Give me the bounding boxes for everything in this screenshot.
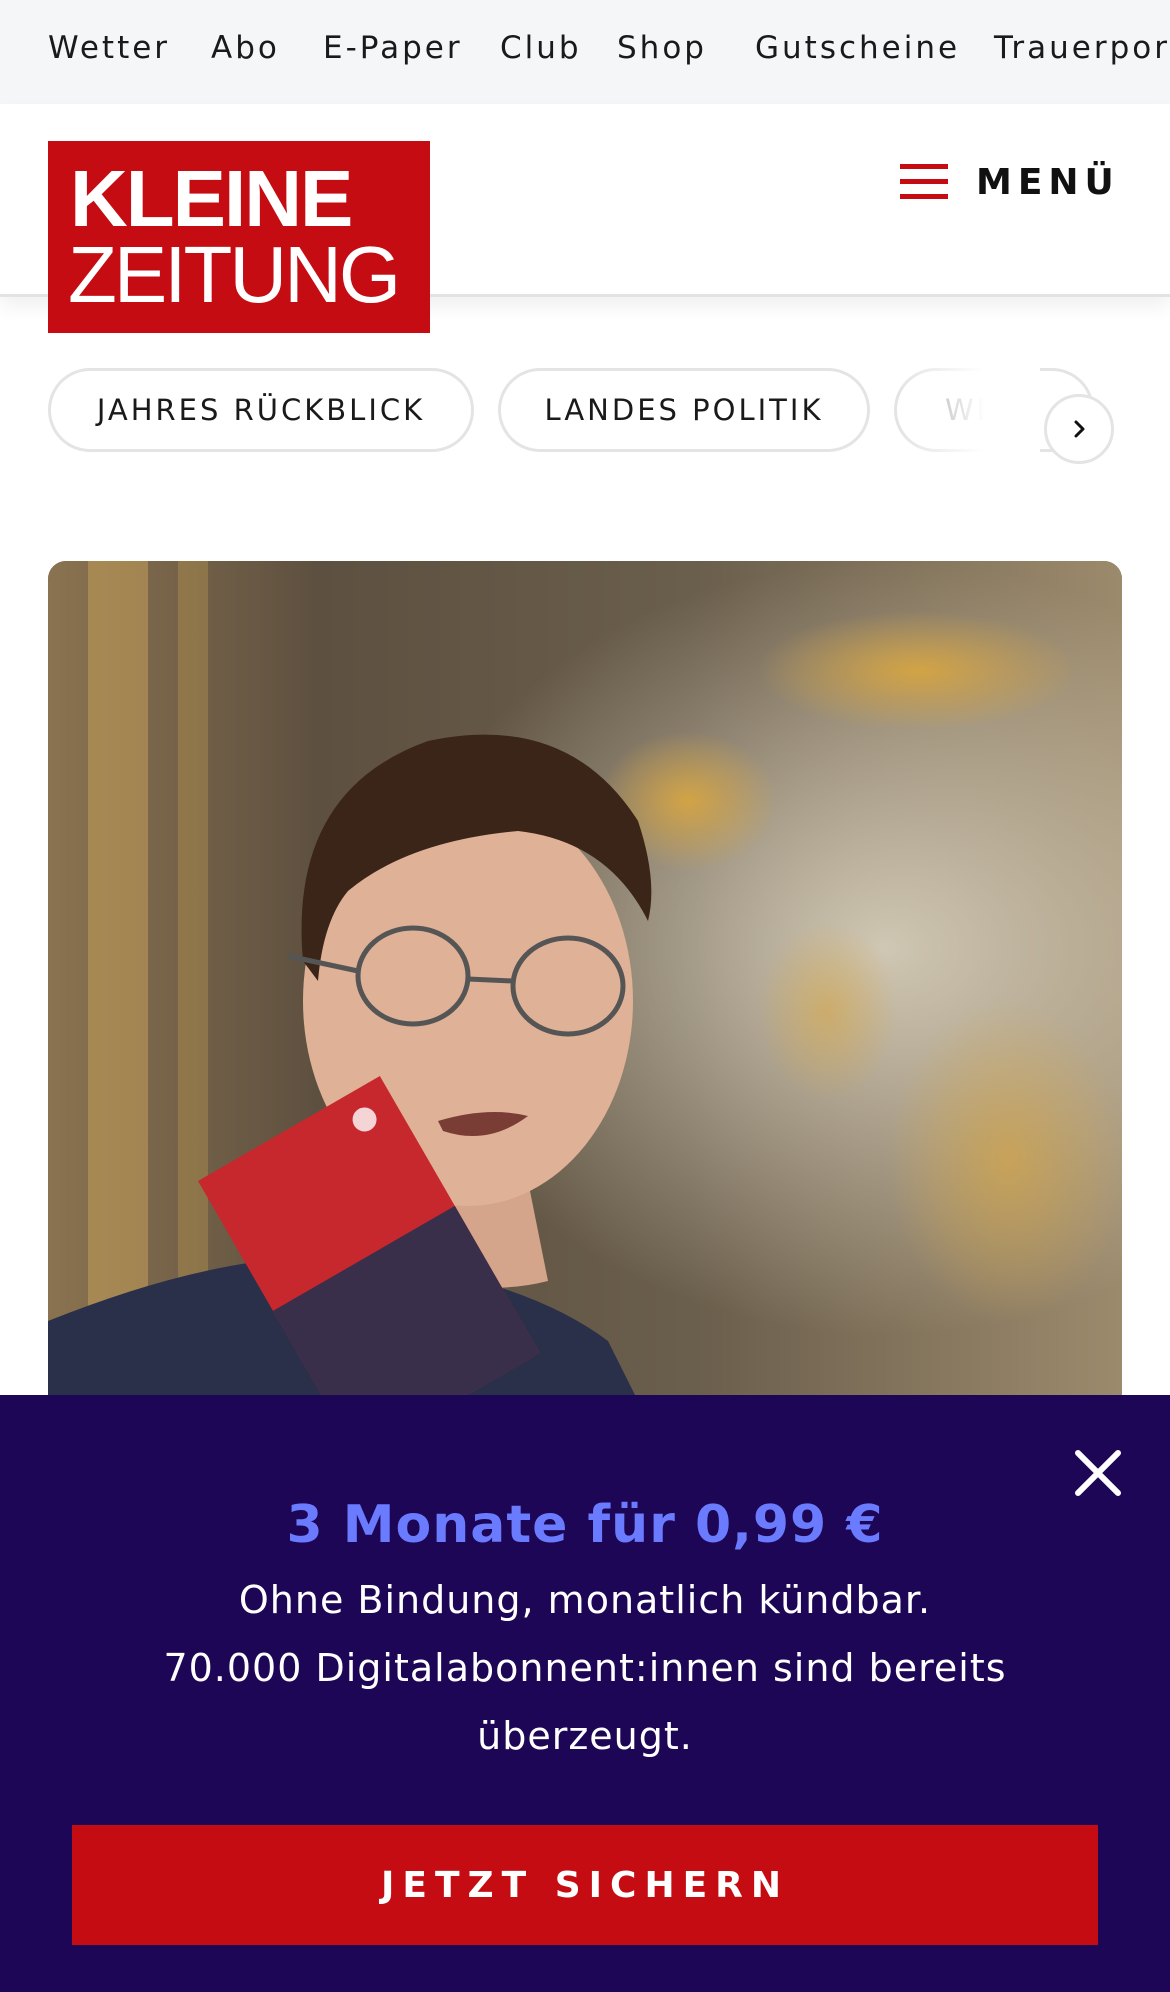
chip-overflow-fade [900,368,1040,464]
logo-line-kleine: KLEINE [70,154,353,243]
hero-article-image[interactable] [48,561,1122,1421]
subscription-banner: 3 Monate für 0,99 € Ohne Bindung, monatl… [0,1395,1170,1992]
topnav-gutscheine[interactable]: Gutscheine [755,30,960,66]
topnav-shop[interactable]: Shop [617,30,707,66]
offer-line-2: 70.000 Digitalabonnent:innen sind bereit… [163,1646,1007,1690]
menu-label: MENÜ [976,161,1120,203]
offer-line-3: überzeugt. [477,1714,693,1758]
chip-landespolitik[interactable]: LANDES POLITIK [498,368,870,452]
chips-next-button[interactable] [1044,394,1114,464]
hero-photo [48,561,1122,1421]
jetzt-sichern-button[interactable]: JETZT SICHERN [72,1825,1098,1945]
offer-title: 3 Monate für 0,99 € [286,1495,884,1555]
menu-button[interactable]: MENÜ [900,154,1120,210]
topnav-wetter[interactable]: Wetter [48,30,170,66]
topnav-trauerportal[interactable]: Trauerportal [994,30,1170,66]
logo-line-zeitung: ZEITUNG [68,230,401,319]
chip-jahresrueckblick[interactable]: JAHRES RÜCKBLICK [48,368,474,452]
topnav-abo[interactable]: Abo [211,30,280,66]
kleine-zeitung-logo[interactable]: KLEINE ZEITUNG [48,141,430,333]
site-header: KLEINE ZEITUNG MENÜ [0,104,1170,333]
top-utility-nav: Wetter Abo E-Paper Club Shop Gutscheine … [0,0,1170,104]
hamburger-icon [900,164,948,200]
category-chip-bar: JAHRES RÜCKBLICK LANDES POLITIK WELT [0,368,1170,464]
close-icon [1075,1450,1121,1496]
chevron-right-icon [1074,420,1085,438]
topnav-club[interactable]: Club [500,30,582,66]
topnav-epaper[interactable]: E-Paper [323,30,463,66]
banner-close-button[interactable] [1070,1445,1126,1501]
offer-line-1: Ohne Bindung, monatlich kündbar. [238,1578,932,1622]
